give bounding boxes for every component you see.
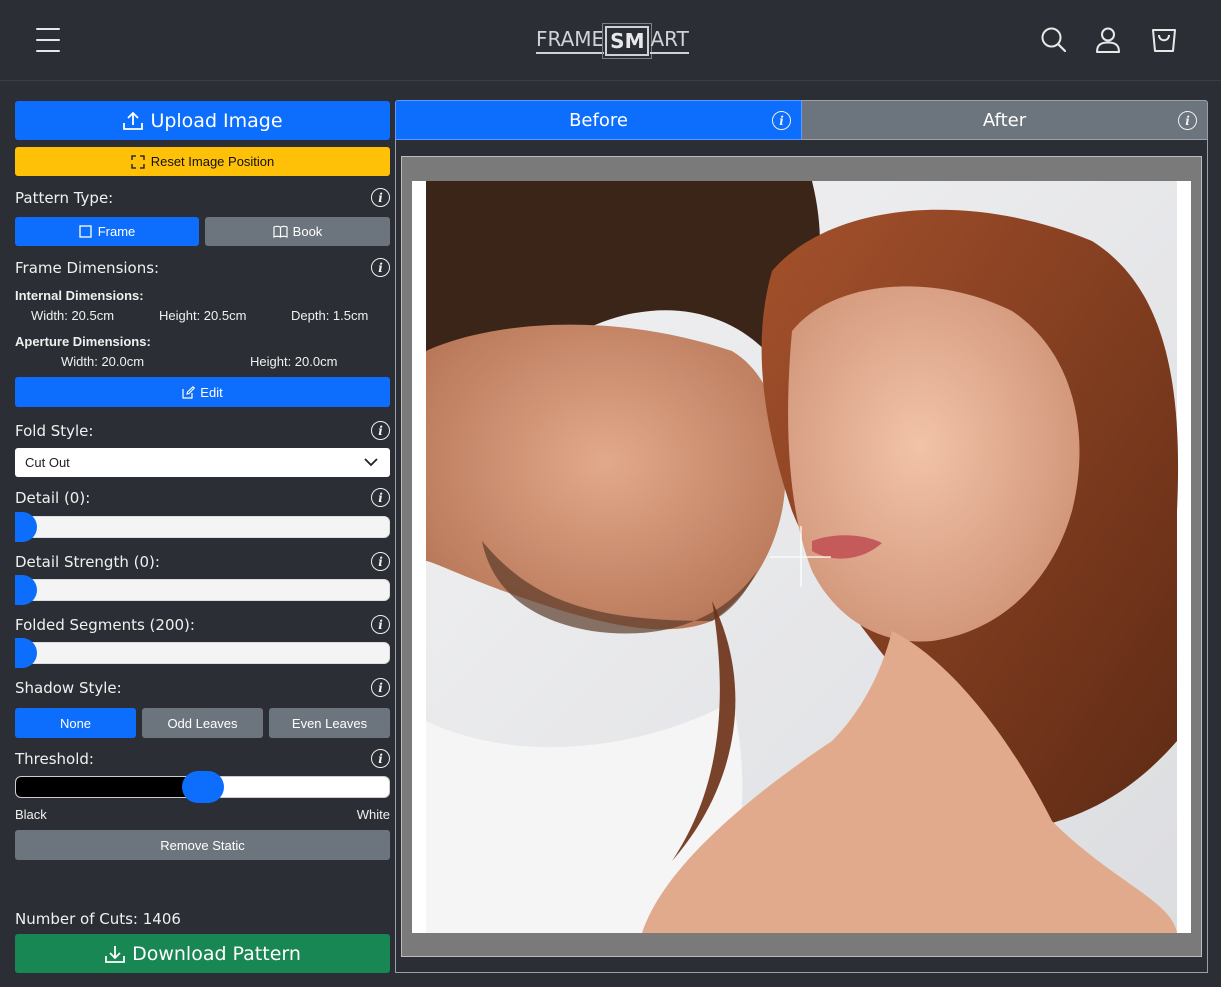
detail-strength-label: Detail Strength (0):	[15, 552, 160, 571]
expand-icon	[131, 154, 145, 169]
number-of-cuts: Number of Cuts: 1406	[15, 910, 181, 928]
cart-icon[interactable]	[1150, 26, 1178, 54]
edit-icon	[182, 385, 196, 399]
logo-text-right: ART	[650, 28, 689, 54]
fold-style-value: Cut Out	[25, 455, 70, 470]
tab-after[interactable]: After i	[802, 100, 1208, 140]
threshold-black-label: Black	[15, 807, 47, 822]
info-icon[interactable]: i	[371, 615, 390, 634]
info-icon[interactable]: i	[371, 188, 390, 207]
detail-row: Detail (0): i	[15, 488, 390, 507]
threshold-label: Threshold:	[15, 749, 94, 768]
info-icon[interactable]: i	[371, 552, 390, 571]
pattern-type-row: Pattern Type: i	[15, 188, 390, 207]
shadow-even-label: Even Leaves	[291, 715, 368, 731]
download-icon	[105, 945, 125, 963]
tab-after-label: After	[982, 109, 1027, 131]
detail-strength-row: Detail Strength (0): i	[15, 552, 390, 571]
aperture-width-value: Width: 20.0cm	[61, 354, 145, 369]
info-icon[interactable]: i	[371, 258, 390, 277]
shadow-style-label: Shadow Style:	[15, 678, 122, 697]
frame-dimensions-row: Frame Dimensions: i	[15, 258, 390, 277]
logo-text-box: SM	[602, 23, 653, 59]
shadow-odd-leaves-button[interactable]: Odd Leaves	[142, 708, 263, 738]
pattern-type-label: Pattern Type:	[15, 188, 114, 207]
edit-dimensions-button[interactable]: Edit	[15, 377, 390, 407]
brand-logo[interactable]: FRAME SM ART	[536, 22, 689, 60]
detail-strength-slider[interactable]	[15, 579, 390, 601]
edit-label: Edit	[200, 384, 223, 400]
aperture-dimensions-title: Aperture Dimensions:	[15, 334, 151, 349]
internal-height-value: Height: 20.5cm	[159, 308, 247, 323]
shadow-even-leaves-button[interactable]: Even Leaves	[269, 708, 390, 738]
detail-slider[interactable]	[15, 516, 390, 538]
fold-style-label: Fold Style:	[15, 421, 94, 440]
fold-style-select[interactable]: Cut Out	[15, 448, 390, 477]
user-icon[interactable]	[1094, 26, 1122, 54]
menu-icon[interactable]	[36, 28, 62, 52]
frame-dimensions-label: Frame Dimensions:	[15, 258, 160, 277]
shadow-style-row: Shadow Style: i	[15, 678, 390, 697]
pattern-frame-label: Frame	[97, 224, 136, 239]
threshold-white-label: White	[356, 807, 390, 822]
shadow-none-label: None	[59, 715, 92, 731]
info-icon[interactable]: i	[772, 111, 791, 130]
internal-width-value: Width: 20.5cm	[31, 308, 115, 323]
shadow-odd-label: Odd Leaves	[167, 715, 238, 731]
pattern-book-label: Book	[292, 224, 323, 239]
pattern-frame-button[interactable]: Frame	[15, 217, 199, 246]
square-icon	[79, 225, 92, 238]
fold-style-row: Fold Style: i	[15, 421, 390, 440]
upload-icon	[123, 111, 144, 130]
tab-before[interactable]: Before i	[395, 100, 802, 140]
chevron-down-icon	[364, 458, 378, 467]
internal-depth-value: Depth: 1.5cm	[291, 308, 369, 323]
remove-static-label: Remove Static	[160, 837, 245, 853]
upload-image-button[interactable]: Upload Image	[15, 101, 390, 140]
threshold-slider-thumb[interactable]	[181, 771, 224, 803]
book-icon	[273, 225, 288, 238]
top-header: FRAME SM ART	[0, 0, 1221, 81]
pattern-book-button[interactable]: Book	[205, 217, 390, 246]
info-icon[interactable]: i	[371, 749, 390, 768]
preview-tabs: Before i After i	[395, 100, 1208, 140]
download-pattern-button[interactable]: Download Pattern	[15, 934, 390, 973]
threshold-fill	[16, 777, 204, 797]
search-icon[interactable]	[1040, 26, 1068, 54]
info-icon[interactable]: i	[371, 678, 390, 697]
aperture-height-value: Height: 20.0cm	[250, 354, 338, 369]
folded-segments-label: Folded Segments (200):	[15, 615, 195, 634]
reset-image-position-label: Reset Image Position	[150, 154, 275, 169]
detail-label: Detail (0):	[15, 488, 91, 507]
download-pattern-label: Download Pattern	[132, 942, 301, 965]
preview-image-canvas[interactable]	[412, 181, 1191, 933]
folded-segments-slider[interactable]	[15, 642, 390, 664]
reset-image-position-button[interactable]: Reset Image Position	[15, 147, 390, 176]
folded-segments-row: Folded Segments (200): i	[15, 615, 390, 634]
shadow-none-button[interactable]: None	[15, 708, 136, 738]
info-icon[interactable]: i	[371, 488, 390, 507]
logo-text-left: FRAME	[536, 28, 605, 54]
remove-static-button[interactable]: Remove Static	[15, 830, 390, 860]
internal-dimensions-title: Internal Dimensions:	[15, 288, 144, 303]
upload-image-label: Upload Image	[150, 109, 283, 132]
threshold-row: Threshold: i	[15, 749, 390, 768]
tab-before-label: Before	[569, 109, 628, 131]
info-icon[interactable]: i	[371, 421, 390, 440]
info-icon[interactable]: i	[1178, 111, 1197, 130]
portrait-image	[412, 181, 1191, 933]
